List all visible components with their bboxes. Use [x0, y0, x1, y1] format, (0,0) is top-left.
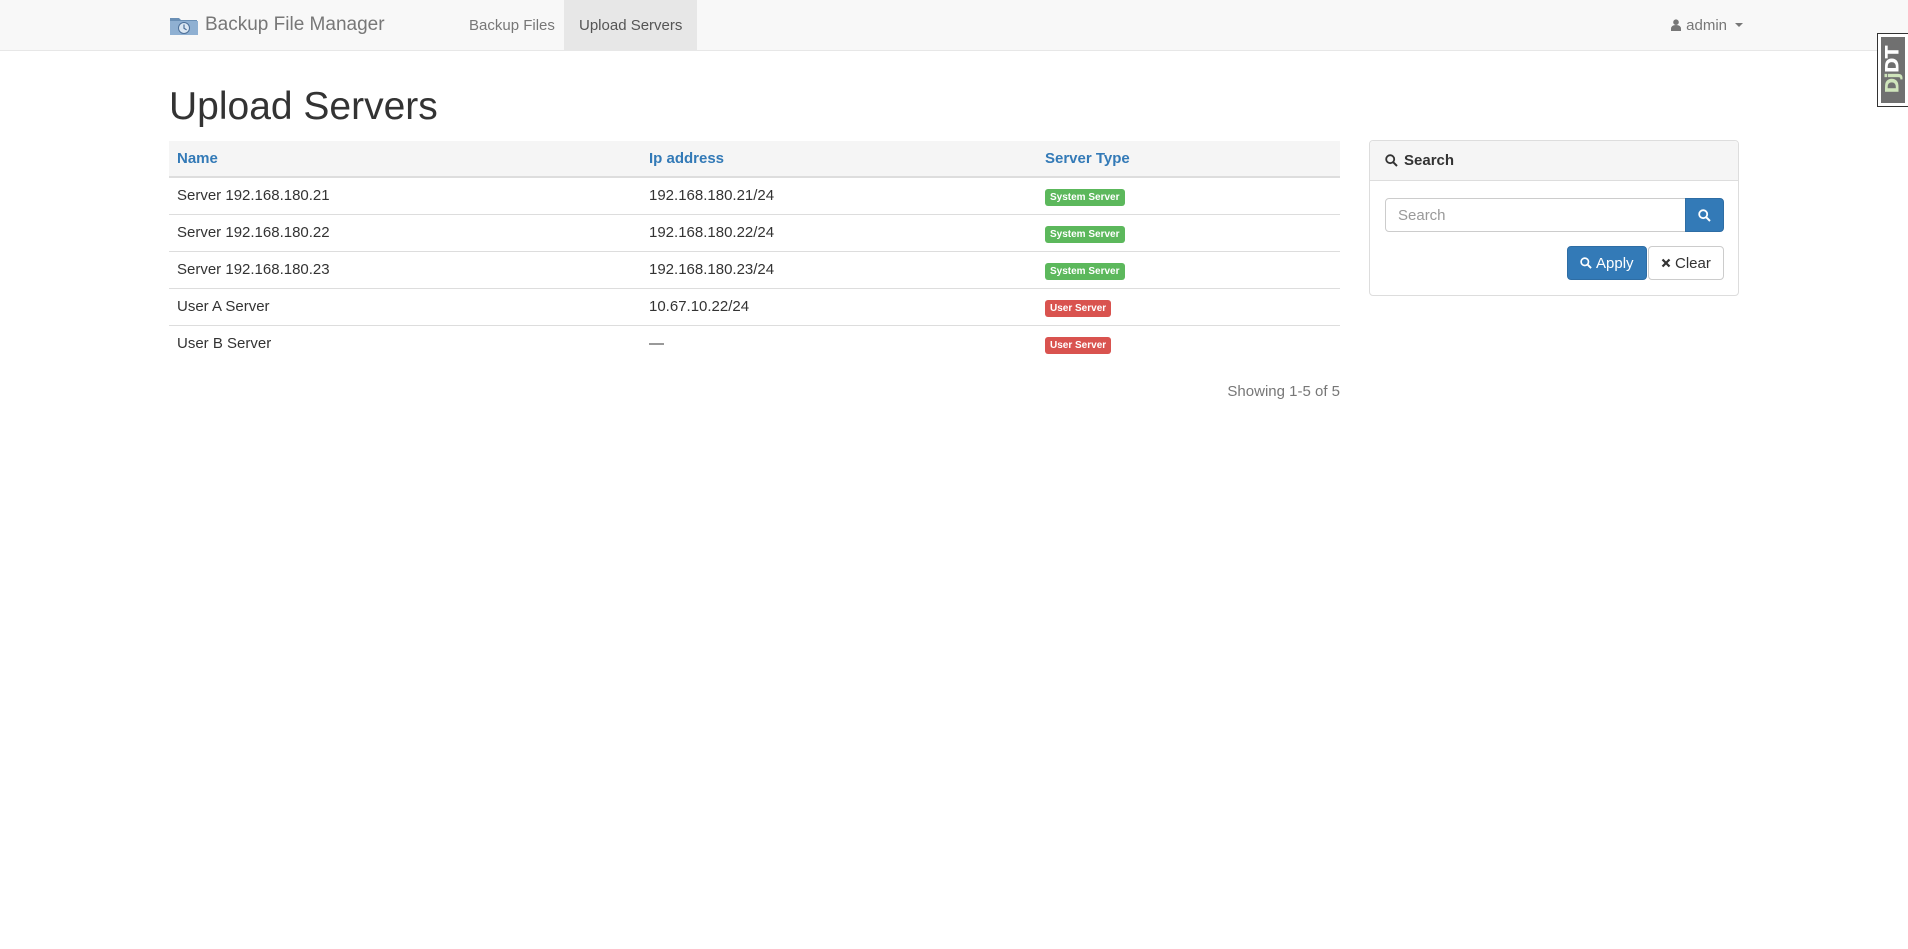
navbar: Backup File Manager Backup Files Upload … — [0, 0, 1908, 51]
server-type-badge: User Server — [1045, 300, 1112, 317]
servers-table: Name Ip address Server Type Server 192.1… — [169, 141, 1340, 362]
search-panel-heading: Search — [1370, 141, 1738, 181]
server-name-cell: User B Server — [177, 335, 272, 353]
server-name-cell: Server 192.168.180.23 — [169, 251, 641, 289]
server-type-badge: System Server — [1045, 189, 1125, 207]
nav-backup-files[interactable]: Backup Files — [454, 0, 570, 50]
column-header-ip: Ip address — [641, 141, 1037, 178]
table-row: Server 192.168.180.23 192.168.180.23/24 Sy… — [169, 251, 1340, 289]
nav-backup-files-label: Backup Files — [469, 16, 555, 34]
debug-toolbar-logo: DjDT — [1881, 37, 1905, 103]
table-row: Server 192.168.180.21 192.168.180.21/24 Sy… — [169, 177, 1340, 215]
clear-button-label: Clear — [1675, 254, 1711, 272]
page-title: Upload Servers — [169, 85, 438, 128]
server-type-badge: System Server — [1045, 226, 1125, 243]
debug-toolbar-label: DjDT — [1882, 46, 1904, 93]
chevron-down-icon — [1735, 23, 1743, 27]
search-panel-title: Search — [1404, 152, 1455, 169]
user-icon — [1671, 19, 1682, 31]
search-icon — [1698, 208, 1711, 222]
folder-clock-icon — [170, 18, 198, 35]
server-ip-cell: 192.168.180.22/24 — [641, 214, 1037, 252]
pagination-summary: Showing 1-5 of 5 — [1227, 383, 1340, 400]
nav-upload-servers-label: Upload Servers — [579, 16, 683, 34]
server-type-cell: System Server — [1037, 177, 1340, 215]
debug-toolbar-label-dt: DT — [1882, 46, 1904, 74]
server-ip-cell: 10.67.10.22/24 — [641, 288, 1037, 326]
search-button[interactable] — [1685, 198, 1724, 232]
table-row: User B Server — User Server — [169, 325, 1340, 362]
close-icon — [1661, 258, 1671, 268]
search-icon — [1385, 154, 1398, 167]
server-type-badge: User Server — [1045, 337, 1112, 355]
server-ip-cell: — — [649, 335, 664, 353]
debug-toolbar-handle[interactable]: DjDT — [1877, 33, 1908, 107]
apply-button-label: Apply — [1596, 254, 1634, 272]
column-header-type: Server Type — [1037, 141, 1340, 178]
brand-link[interactable]: Backup File Manager — [169, 0, 385, 50]
server-type-cell: System Server — [1037, 214, 1340, 252]
sort-by-ip-link[interactable]: Ip address — [649, 150, 724, 167]
search-icon — [1580, 257, 1592, 269]
server-ip-cell: 192.168.180.23/24 — [641, 251, 1037, 289]
table-body: Server 192.168.180.21 192.168.180.21/24 Sy… — [169, 177, 1340, 362]
nav-upload-servers[interactable]: Upload Servers — [564, 0, 698, 50]
sort-by-type-link[interactable]: Server Type — [1045, 150, 1130, 167]
table-header-row: Name Ip address Server Type — [169, 141, 1340, 178]
user-name: admin — [1686, 16, 1727, 34]
sort-by-name-link[interactable]: Name — [177, 150, 218, 167]
user-menu[interactable]: admin — [1671, 0, 1743, 50]
server-name-cell: Server 192.168.180.21 — [169, 177, 641, 215]
server-name-cell: Server 192.168.180.22 — [169, 214, 641, 252]
server-type-badge: System Server — [1045, 263, 1125, 280]
search-panel: Search Apply Clear — [1369, 140, 1739, 296]
server-type-cell: User Server — [1037, 288, 1340, 326]
brand-title: Backup File Manager — [205, 14, 385, 35]
server-type-cell: User Server — [1037, 325, 1340, 362]
table-row: User A Server 10.67.10.22/24 User Server — [169, 288, 1340, 326]
table-row: Server 192.168.180.22 192.168.180.22/24 Sy… — [169, 214, 1340, 252]
server-ip-cell: 192.168.180.21/24 — [641, 177, 1037, 215]
search-input[interactable] — [1385, 198, 1686, 232]
debug-toolbar-label-dj: Dj — [1882, 73, 1904, 94]
clear-button[interactable]: Clear — [1648, 246, 1724, 280]
column-header-name: Name — [169, 141, 641, 178]
server-name-cell: User A Server — [169, 288, 641, 326]
apply-button[interactable]: Apply — [1567, 246, 1647, 280]
server-type-cell: System Server — [1037, 251, 1340, 289]
